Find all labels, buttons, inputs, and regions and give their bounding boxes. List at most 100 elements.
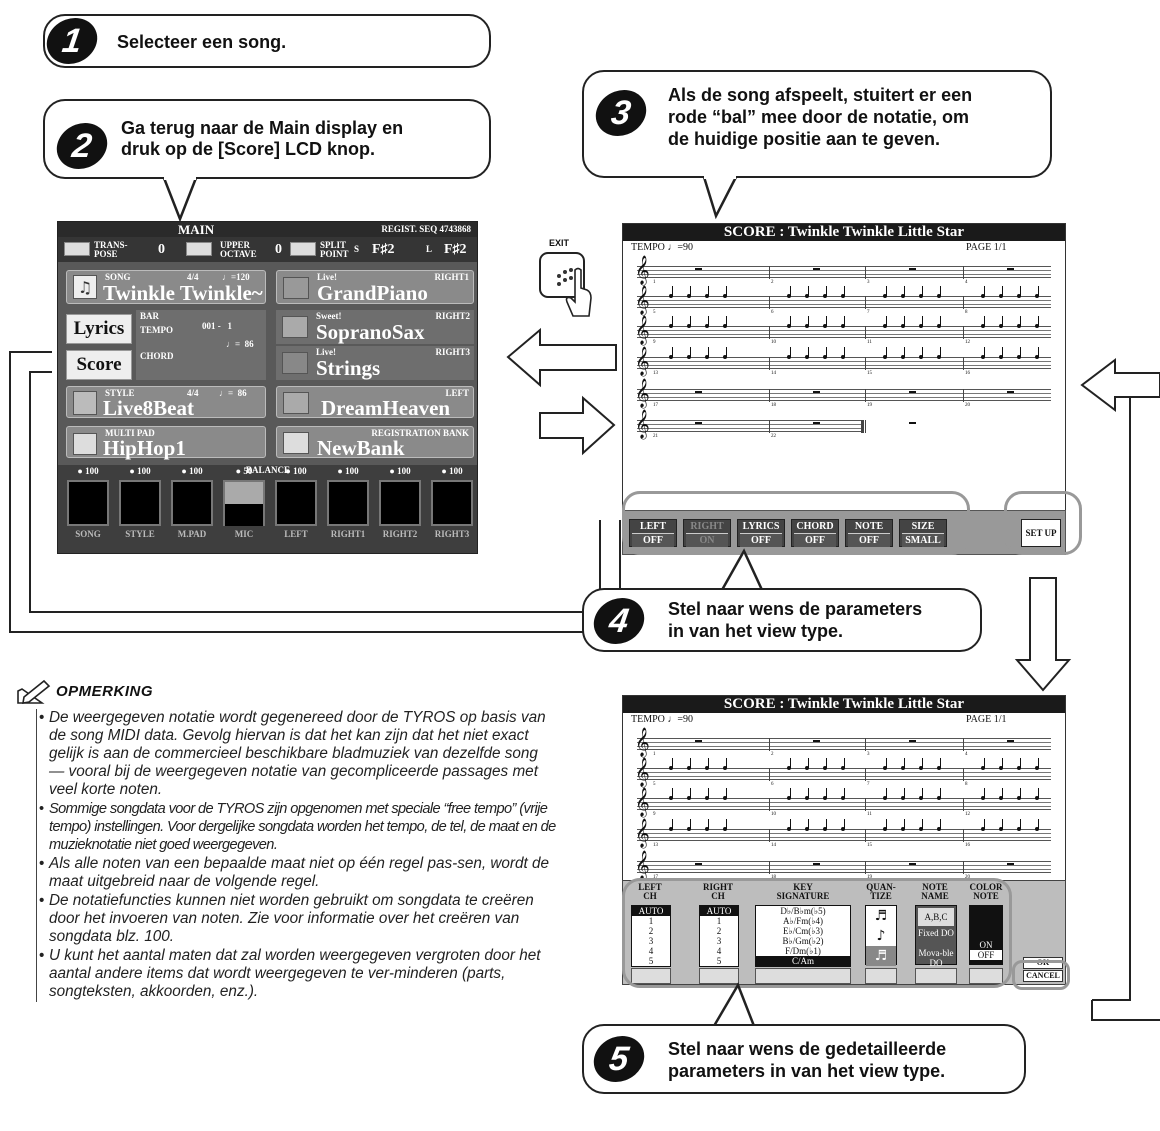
measure-number: 3 [867, 752, 870, 757]
treble-clef-icon: 𝄞 [635, 787, 650, 816]
style-panel[interactable]: STYLE 4/4 ♩= 86 Live8Beat [66, 386, 266, 419]
step-4-number: 4 [590, 598, 648, 644]
bar-line [865, 768, 866, 781]
regbank-panel[interactable]: REGISTRATION BANK NewBank [276, 426, 474, 459]
upper-octave-label: UPPER OCTAVE [220, 240, 257, 259]
strings-icon [282, 352, 308, 374]
left-panel[interactable]: LEFT DreamHeaven [276, 386, 474, 419]
mixer-fader[interactable] [171, 480, 213, 526]
note-symbol [901, 788, 905, 800]
multipad-icon [73, 433, 97, 455]
score-button[interactable]: Score [66, 350, 132, 380]
step-5-text-line1: Stel naar wens de gedetailleerde [668, 1039, 947, 1059]
measure-number: 10 [771, 340, 776, 345]
regbank-icon [283, 432, 309, 454]
note-symbol [999, 819, 1003, 831]
transpose-value[interactable]: 0 [158, 239, 165, 261]
staff-line: 𝄞 17 18 19 20 [635, 380, 1051, 408]
bar-line [769, 357, 770, 370]
mixer-fader[interactable] [67, 480, 109, 526]
measure-number: 15 [867, 843, 872, 848]
note-symbol [919, 286, 923, 298]
mixer-label: RIGHT3 [434, 529, 470, 539]
measure-number: 6 [771, 782, 774, 787]
right2-voice: SopranoSax [316, 320, 425, 344]
right3-panel[interactable]: Live! RIGHT3 Strings [276, 346, 474, 380]
note-symbol [787, 819, 791, 831]
note-symbol [787, 758, 791, 770]
exit-button[interactable] [539, 252, 592, 317]
right2-label: RIGHT2 [435, 311, 470, 321]
mixer-fader[interactable] [275, 480, 317, 526]
note-symbol [981, 788, 985, 800]
mixer-fader[interactable] [431, 480, 473, 526]
step-3-text-line1: Als de song afspeelt, stuitert er een [668, 85, 973, 105]
measure-number: 2 [771, 280, 774, 285]
split-s: S [354, 244, 360, 254]
note-symbol [705, 286, 709, 298]
note-symbol [999, 788, 1003, 800]
bar-line [769, 389, 770, 402]
rest-symbol [695, 740, 702, 742]
note-symbol [823, 788, 827, 800]
staff-line: 𝄞 1 2 3 4 [635, 729, 1051, 757]
step-5-callout: 5 Stel naar wens de gedetailleerde param… [582, 1024, 1026, 1094]
transpose-label: TRANS- POSE [94, 240, 128, 259]
measure-number: 22 [771, 434, 776, 439]
step-5-text-line2: parameters in van het view type. [668, 1061, 946, 1081]
bar-line [963, 326, 964, 339]
measure-number: 18 [771, 403, 776, 408]
note-symbol [883, 316, 887, 328]
staff-line: 𝄞 9 10 11 12 [635, 316, 1051, 345]
rest-symbol [813, 422, 820, 424]
song-panel[interactable]: ♫ SONG 4/4 ♩=120 Twinkle Twinkle~ [66, 270, 266, 304]
note-symbol [937, 347, 941, 359]
rest-symbol [813, 268, 820, 270]
rest-symbol [695, 422, 702, 424]
score-title: SCORE : Twinkle Twinkle Little Star [623, 696, 1065, 713]
step-2-text-line1: Ga terug naar de Main display en [121, 118, 404, 138]
staff-line: 𝄞 13 14 15 16 [635, 819, 1051, 848]
note-symbol [1017, 316, 1021, 328]
multipad-panel[interactable]: MULTI PAD HipHop1 [66, 426, 266, 459]
step-4-tail [720, 548, 764, 592]
measure-number: 3 [867, 280, 870, 285]
treble-clef-icon: 𝄞 [635, 255, 650, 284]
right1-panel[interactable]: Live! RIGHT1 GrandPiano [276, 270, 474, 304]
step-2-text-line2: druk op de [Score] LCD knop. [121, 139, 376, 159]
split-s-value[interactable]: F♯2 [372, 239, 395, 261]
note-symbol [705, 819, 709, 831]
note-symbol [1035, 286, 1039, 298]
split-l-value[interactable]: F♯2 [444, 239, 467, 261]
bar-line [865, 266, 866, 279]
upper-octave-value[interactable]: 0 [275, 239, 282, 261]
bar-line [769, 738, 770, 751]
lyrics-button[interactable]: Lyrics [66, 314, 132, 344]
mixer-fader[interactable] [119, 480, 161, 526]
piano-icon [283, 277, 309, 299]
mixer-fader[interactable] [327, 480, 369, 526]
note-symbol [823, 758, 827, 770]
bar-line [865, 861, 866, 874]
note-symbol [1035, 758, 1039, 770]
mixer-fader[interactable] [223, 480, 265, 526]
mixer-value: ● 100 [77, 466, 99, 476]
measure-number: 4 [965, 280, 968, 285]
right2-panel[interactable]: Sweet! RIGHT2 SopranoSax [276, 310, 474, 344]
bar-line [769, 798, 770, 811]
sax-icon [282, 316, 308, 338]
note-symbol [883, 819, 887, 831]
note-symbol [937, 819, 941, 831]
score-tempo: TEMPO ♩=90 [631, 714, 694, 725]
note-bullet: De weergegeven notatie wordt gegenereed … [37, 709, 556, 799]
group-highlight-setup [1004, 491, 1082, 555]
mixer-fader[interactable] [379, 480, 421, 526]
bar-line [769, 326, 770, 339]
note-symbol [1035, 819, 1039, 831]
main-display: MAIN REGIST. SEQ 4743868 TRANS- POSE 0 U… [57, 221, 478, 554]
note-symbol [999, 758, 1003, 770]
step-3-number: 3 [592, 90, 650, 136]
step-3-text-line2: rode “bal” mee door de notatie, om [668, 107, 970, 127]
staff-line: 𝄞 13 14 15 16 [635, 347, 1051, 376]
measure-number: 6 [771, 310, 774, 315]
